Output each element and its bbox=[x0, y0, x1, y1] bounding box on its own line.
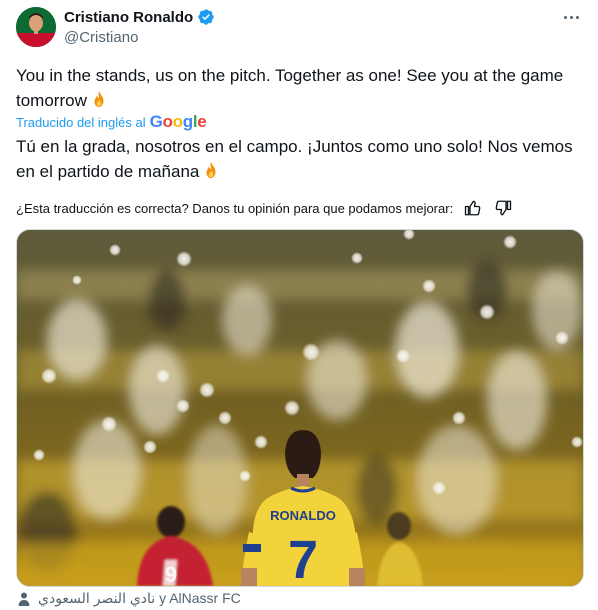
avatar[interactable] bbox=[16, 7, 56, 47]
translated-tweet-text: Tú en la grada, nosotros en el campo. ¡J… bbox=[16, 134, 582, 184]
translation-feedback-row: ¿Esta traducción es correcta? Danos tu o… bbox=[16, 198, 582, 218]
more-dot-icon bbox=[569, 15, 573, 19]
more-dot-icon bbox=[563, 15, 567, 19]
translation-feedback-prompt: ¿Esta traducción es correcta? Danos tu o… bbox=[16, 200, 454, 216]
thumbs-up-button[interactable] bbox=[463, 198, 483, 218]
author-name-row[interactable]: Cristiano Ronaldo bbox=[64, 8, 215, 26]
more-options-button[interactable] bbox=[558, 6, 584, 28]
tagged-accounts[interactable]: نادي النصر السعودي y AlNassr FC bbox=[16, 590, 241, 607]
author-handle[interactable]: @Cristiano bbox=[64, 29, 138, 46]
fire-emoji-icon bbox=[202, 161, 220, 179]
person-icon bbox=[18, 592, 30, 606]
jersey-number: 7 bbox=[288, 530, 318, 586]
translated-text-content: Tú en la grada, nosotros en el campo. ¡J… bbox=[16, 137, 573, 181]
fire-emoji-icon bbox=[90, 90, 108, 108]
thumbs-down-button[interactable] bbox=[493, 198, 513, 218]
thumbs-down-icon bbox=[495, 200, 512, 216]
jersey-name: RONALDO bbox=[270, 508, 336, 523]
tweet-card: Cristiano Ronaldo @Cristiano You in the … bbox=[0, 0, 598, 610]
tweet-photo[interactable]: RONALDO 7 9 bbox=[16, 229, 584, 587]
stadium-photo: RONALDO 7 9 bbox=[17, 230, 583, 586]
translated-by-label[interactable]: Traducido del inglés al Google bbox=[16, 112, 207, 132]
thumbs-up-icon bbox=[465, 200, 481, 216]
other-player-number: 9 bbox=[165, 562, 177, 586]
more-dot-icon bbox=[575, 15, 579, 19]
tweet-text: You in the stands, us on the pitch. Toge… bbox=[16, 63, 582, 113]
avatar-image bbox=[16, 7, 56, 47]
verified-badge-icon bbox=[197, 8, 215, 26]
author-display-name[interactable]: Cristiano Ronaldo bbox=[64, 9, 193, 26]
tagged-accounts-text: نادي النصر السعودي y AlNassr FC bbox=[38, 590, 241, 606]
translated-by-text: Traducido del inglés al bbox=[16, 114, 146, 130]
google-logo: Google bbox=[149, 112, 207, 131]
